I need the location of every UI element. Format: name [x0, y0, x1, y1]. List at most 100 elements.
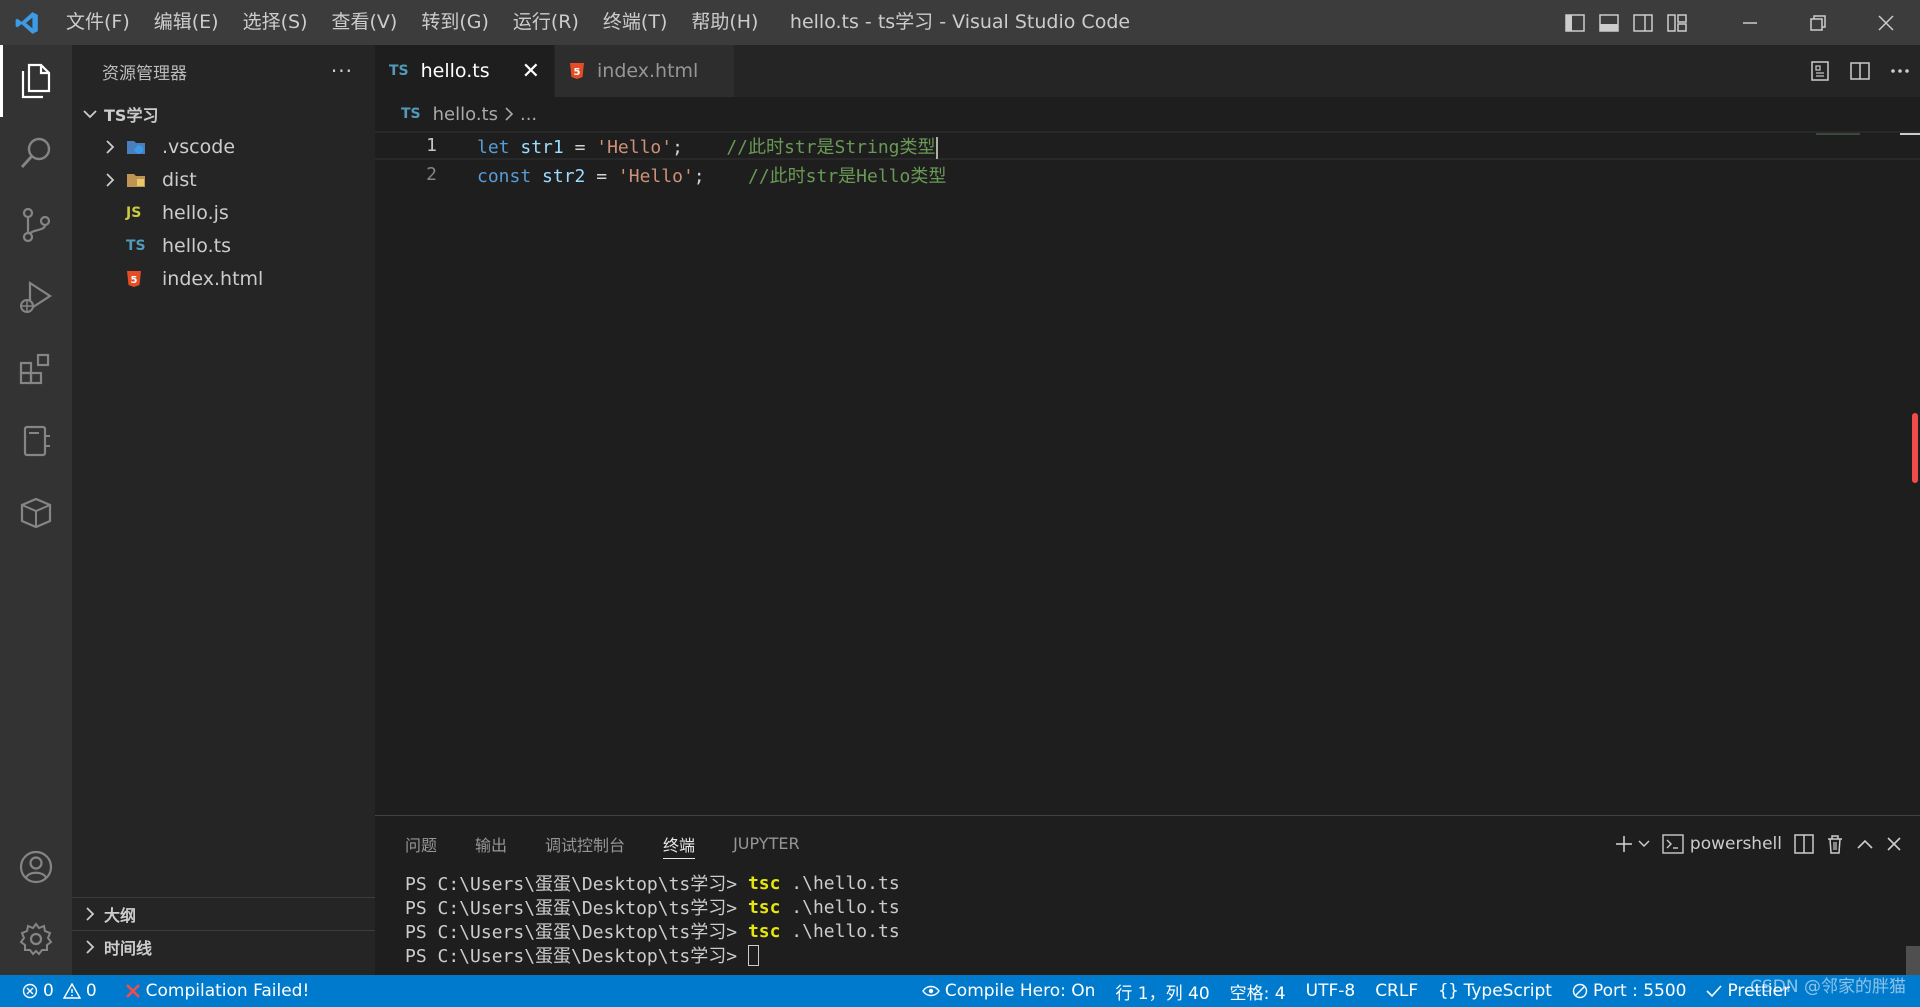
menu-selection[interactable]: 选择(S) [231, 0, 320, 45]
package-icon[interactable] [0, 477, 72, 549]
menu-terminal[interactable]: 终端(T) [591, 0, 679, 45]
live-server-port[interactable]: Port : 5500 [1562, 975, 1697, 1007]
terminal-output[interactable]: PS C:\Users\蛋蛋\Desktop\ts学习> tsc .\hello… [375, 871, 1920, 968]
close-icon [125, 983, 141, 999]
csdn-watermark: CSDN @邻家的胖猫 [1750, 977, 1906, 997]
close-panel-icon[interactable] [1886, 836, 1902, 852]
error-icon [22, 983, 38, 999]
menu-view[interactable]: 查看(V) [320, 0, 410, 45]
run-debug-icon[interactable] [0, 261, 72, 333]
compile-status[interactable]: Compilation Failed! [115, 975, 320, 1007]
minimize-icon[interactable] [1716, 0, 1784, 45]
account-icon[interactable] [0, 831, 72, 903]
maximize-panel-icon[interactable] [1856, 838, 1874, 850]
terminal-icon [1662, 833, 1684, 854]
terminal-cursor [747, 944, 759, 966]
tab-jupyter[interactable]: JUPYTER [733, 816, 800, 871]
toggle-panel-icon[interactable] [1592, 0, 1626, 45]
tree-item-dist[interactable]: dist [72, 163, 375, 196]
close-window-icon[interactable] [1852, 0, 1920, 45]
tab-debug-console[interactable]: 调试控制台 [545, 816, 625, 871]
more-actions-icon[interactable]: ··· [331, 59, 353, 83]
chevron-down-icon[interactable] [1638, 839, 1650, 849]
tab-output[interactable]: 输出 [475, 816, 507, 871]
menu-file[interactable]: 文件(F) [54, 0, 142, 45]
html-file-icon: 5 [569, 62, 585, 80]
close-tab-icon[interactable]: ✕ [522, 59, 540, 84]
tree-item-index-html[interactable]: 5 index.html [72, 262, 375, 295]
code-editor[interactable]: 1 let str1 = 'Hello'; //此时str是String类型 2… [375, 131, 1920, 815]
remote-explorer-icon[interactable] [0, 405, 72, 477]
customize-layout-icon[interactable] [1660, 0, 1694, 45]
tree-item-vscode[interactable]: .vscode [72, 130, 375, 163]
compile-hero-status[interactable]: Compile Hero: On [912, 975, 1105, 1007]
workspace-folder[interactable]: TS学习 [72, 97, 375, 130]
source-control-icon[interactable] [0, 189, 72, 261]
workspace-folder-label: TS学习 [104, 105, 159, 125]
typescript-file-icon: TS [389, 63, 409, 79]
svg-text:5: 5 [574, 67, 581, 78]
editor-tabs: TS hello.ts ✕ 5 index.html [375, 45, 1920, 97]
dist-folder-icon [126, 172, 154, 188]
split-editor-icon[interactable] [1840, 45, 1880, 97]
tab-terminal[interactable]: 终端 [663, 816, 696, 871]
tree-item-hello-ts[interactable]: TS hello.ts [72, 229, 375, 262]
tree-item-label: dist [162, 168, 197, 191]
menu-help[interactable]: 帮助(H) [679, 0, 770, 45]
compile-status-label: Compilation Failed! [145, 981, 310, 1001]
toggle-secondary-sidebar-icon[interactable] [1626, 0, 1660, 45]
new-terminal-icon[interactable] [1614, 834, 1634, 854]
search-icon[interactable] [0, 117, 72, 189]
terminal-shell-selector[interactable]: powershell [1662, 834, 1782, 854]
outline-section[interactable]: 大纲 [72, 897, 375, 930]
tab-hello-ts[interactable]: TS hello.ts ✕ [375, 45, 555, 97]
tree-item-hello-js[interactable]: JS hello.js [72, 196, 375, 229]
menu-run[interactable]: 运行(R) [501, 0, 591, 45]
chevron-right-icon [100, 172, 120, 187]
line-number: 2 [426, 164, 437, 185]
split-terminal-icon[interactable] [1794, 833, 1814, 854]
terminal-scrollbar[interactable] [1906, 946, 1920, 976]
tab-label: hello.ts [420, 60, 490, 82]
language-label: TypeScript [1463, 981, 1552, 1001]
trash-icon[interactable] [1826, 834, 1844, 854]
explorer-icon[interactable] [0, 45, 72, 117]
indentation[interactable]: 空格: 4 [1220, 975, 1296, 1007]
warning-count: 0 [85, 981, 97, 1001]
terminal-line: PS C:\Users\蛋蛋\Desktop\ts学习> tsc .\hello… [405, 896, 900, 920]
language-mode[interactable]: {} TypeScript [1428, 975, 1562, 1007]
breadcrumb-symbols[interactable]: ... [520, 104, 537, 125]
tab-label: index.html [597, 60, 699, 82]
timeline-section[interactable]: 时间线 [72, 930, 375, 963]
extensions-icon[interactable] [0, 333, 72, 405]
chevron-right-icon [100, 139, 120, 154]
menu-go[interactable]: 转到(G) [409, 0, 501, 45]
problems-status[interactable]: 0 0 [0, 975, 107, 1007]
shell-label: powershell [1689, 833, 1782, 854]
tree-item-label: index.html [162, 267, 264, 290]
breadcrumb-file[interactable]: hello.ts [433, 104, 498, 125]
error-count: 0 [43, 981, 54, 1001]
cursor-position[interactable]: 行 1，列 40 [1105, 975, 1219, 1007]
restore-icon[interactable] [1784, 0, 1852, 45]
chevron-right-icon [80, 907, 100, 921]
title-bar: 文件(F) 编辑(E) 选择(S) 查看(V) 转到(G) 运行(R) 终端(T… [0, 0, 1920, 45]
open-preview-icon[interactable] [1800, 45, 1840, 97]
typescript-file-icon: TS [401, 106, 421, 122]
toggle-sidebar-icon[interactable] [1558, 0, 1592, 45]
end-of-line[interactable]: CRLF [1365, 975, 1428, 1007]
javascript-file-icon: JS [126, 204, 142, 221]
tab-problems[interactable]: 问题 [405, 816, 437, 871]
editor-more-icon[interactable] [1880, 45, 1920, 97]
settings-gear-icon[interactable] [0, 903, 72, 975]
block-icon [1572, 983, 1588, 999]
explorer-header: 资源管理器 ··· [72, 45, 375, 97]
line-number: 1 [426, 135, 437, 156]
encoding[interactable]: UTF-8 [1296, 975, 1366, 1007]
menu-edit[interactable]: 编辑(E) [142, 0, 231, 45]
code-line[interactable]: 1 let str1 = 'Hello'; //此时str是String类型 [375, 131, 1920, 160]
explorer-sidebar: 资源管理器 ··· TS学习 .vscode dist JS hello.js … [72, 45, 375, 975]
tab-index-html[interactable]: 5 index.html [555, 45, 735, 97]
activity-bar [0, 45, 72, 975]
code-line[interactable]: 2 const str2 = 'Hello'; //此时str是Hello类型 [375, 160, 1920, 189]
